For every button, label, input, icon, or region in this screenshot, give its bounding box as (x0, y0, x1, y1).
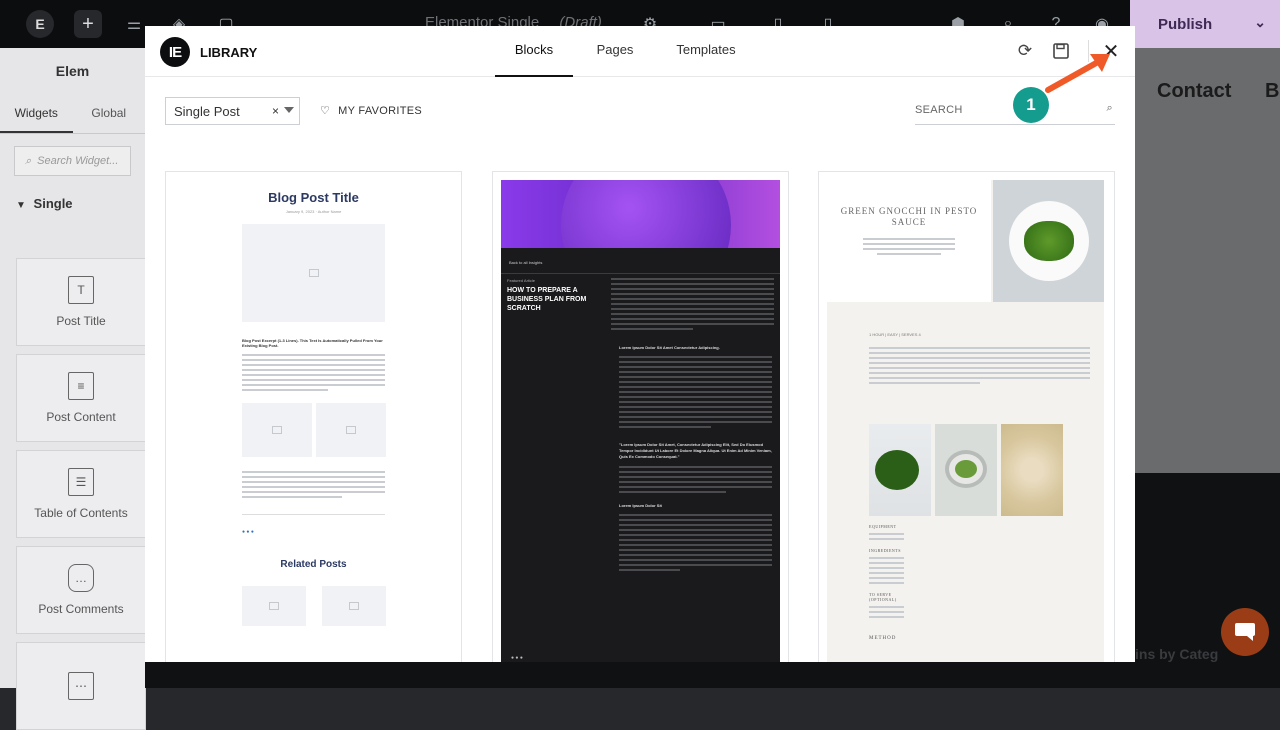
category-select[interactable]: Single Post × (165, 97, 300, 125)
widget-label: Post Content (46, 410, 116, 424)
block-card-gnocchi-recipe[interactable]: GREEN GNOCCHI IN PESTO SAUCE 1 HOUR | EA… (818, 171, 1115, 662)
callout-arrow (1045, 54, 1110, 93)
serve-label: TO SERVE (OPTIONAL) (869, 592, 897, 602)
equipment-label: EQUIPMENT (869, 524, 897, 529)
article-text (619, 466, 772, 493)
related-posts-heading: Related Posts (280, 559, 347, 570)
card-heading: Blog Post Title (268, 190, 359, 205)
ingredient-images (869, 424, 1104, 516)
card-meta: January 9, 2023 · Author Name (285, 209, 342, 214)
widget-label: Post Title (56, 314, 106, 328)
method-label: METHOD (869, 636, 897, 641)
settings-sliders-icon[interactable]: ⚌ (120, 10, 148, 38)
gnocchi-bowl-image (993, 180, 1104, 302)
recipe-list (869, 606, 904, 618)
tab-global[interactable]: Global (73, 96, 146, 133)
recipe-text (869, 347, 1090, 384)
tab-templates[interactable]: Templates (672, 42, 740, 77)
heart-icon: ♡ (320, 105, 331, 117)
caret-down-icon: ▼ (16, 200, 26, 211)
panel-title: Elem (55, 63, 90, 79)
gallery-placeholders (242, 403, 461, 457)
widget-post-comments[interactable]: … Post Comments (16, 546, 146, 634)
recipe-intro-lines (863, 238, 955, 255)
hero-gradient-image (501, 180, 780, 248)
article-text (611, 278, 780, 333)
recipe-list (869, 557, 904, 584)
post-comments-icon: … (68, 564, 94, 592)
panel-tabs: Widgets Global (0, 96, 145, 134)
chat-bubble-icon[interactable] (1221, 608, 1269, 656)
library-modal: IE LIBRARY Blocks Pages Templates ⟳ ✕ Si… (145, 26, 1135, 662)
related-post-placeholders (242, 586, 461, 626)
divider (242, 514, 385, 515)
elementor-menu-icon[interactable]: E (26, 10, 54, 38)
kicker-label: Featured Article (507, 278, 536, 283)
clear-filter-icon[interactable]: × (272, 104, 279, 118)
sync-icon[interactable]: ⟳ (1014, 40, 1036, 62)
callout-badge: 1 (1013, 87, 1049, 123)
my-favorites-label: MY FAVORITES (338, 104, 423, 117)
recipe-template-preview: GREEN GNOCCHI IN PESTO SAUCE 1 HOUR | EA… (827, 180, 1104, 662)
article-subhead: Lorem Ipsum Dolor Sit (619, 503, 662, 508)
widgets-panel: Elem Widgets Global ⌕ Search Widget... ▼… (0, 48, 146, 730)
chevron-down-icon[interactable]: ⌄ (1254, 14, 1266, 31)
block-card-business-plan[interactable]: Back to all Insights Featured Article HO… (492, 171, 789, 662)
search-icon: ⌕ (25, 154, 32, 167)
table-of-contents-icon: ☰ (68, 468, 94, 496)
article-text (619, 356, 772, 428)
recipe-title: GREEN GNOCCHI IN PESTO SAUCE (840, 206, 978, 227)
widget-search-input[interactable]: ⌕ Search Widget... (14, 146, 131, 176)
chevron-down-icon[interactable] (284, 107, 294, 113)
block-card-blog-post[interactable]: Blog Post Title January 9, 2023 · Author… (165, 171, 462, 662)
text-lines (242, 354, 385, 391)
share-icons: ● ● ● (242, 529, 254, 535)
canvas-nav-contact: Contact (1157, 80, 1232, 102)
dark-template-preview: Back to all Insights Featured Article HO… (501, 180, 780, 662)
section-single[interactable]: ▼ Single (16, 196, 145, 211)
back-link: Back to all Insights (509, 260, 543, 265)
article-text (619, 514, 772, 571)
recipe-list (869, 533, 904, 540)
canvas-nav-next: B (1265, 80, 1280, 102)
article-quote: "Lorem Ipsum Dolor Sit Amet, Consectetur… (619, 442, 772, 459)
tab-pages[interactable]: Pages (590, 42, 640, 77)
widget-search-placeholder: Search Widget... (37, 155, 119, 167)
publish-label: Publish (1158, 15, 1213, 33)
add-element-icon[interactable]: + (74, 10, 102, 38)
featured-image-placeholder (242, 224, 385, 322)
library-header: IE LIBRARY Blocks Pages Templates ⟳ ✕ (145, 26, 1135, 77)
canvas-footer-category: ins by Categ (1135, 646, 1219, 662)
text-lines (242, 471, 385, 498)
article-title: HOW TO PREPARE A BUSINESS PLAN FROM SCRA… (507, 287, 587, 312)
library-search-placeholder: SEARCH (915, 104, 963, 116)
widget-post-title[interactable]: T Post Title (16, 258, 146, 346)
tab-widgets[interactable]: Widgets (0, 96, 73, 133)
social-icons: ● ● ● (511, 655, 523, 661)
post-navigation-icon: ⋯ (68, 672, 94, 700)
library-title: LIBRARY (200, 45, 258, 60)
publish-button[interactable]: Publish ⌄ (1130, 0, 1280, 48)
tab-blocks[interactable]: Blocks (495, 42, 573, 77)
section-label: Single (33, 196, 73, 211)
elementor-logo-icon: IE (160, 37, 190, 67)
card-excerpt: Blog Post Excerpt (1-3 Lines). This Text… (242, 338, 383, 348)
post-content-icon: ≡ (68, 372, 94, 400)
article-subhead: Lorem Ipsum Dolor Sit Amet Consectetur A… (619, 345, 720, 350)
recipe-meta: 1 HOUR | EASY | SERVES 4 (869, 332, 921, 337)
post-title-icon: T (68, 276, 94, 304)
widget-more[interactable]: ⋯ (16, 642, 146, 730)
my-favorites-filter[interactable]: ♡ MY FAVORITES (320, 104, 423, 118)
widget-label: Table of Contents (34, 506, 128, 520)
widget-post-content[interactable]: ≡ Post Content (16, 354, 146, 442)
search-icon: ⌕ (1106, 102, 1113, 114)
ingredients-label: INGREDIENTS (869, 548, 901, 553)
category-select-value: Single Post (174, 104, 240, 119)
widget-label: Post Comments (38, 602, 124, 616)
widget-table-of-contents[interactable]: ☰ Table of Contents (16, 450, 146, 538)
